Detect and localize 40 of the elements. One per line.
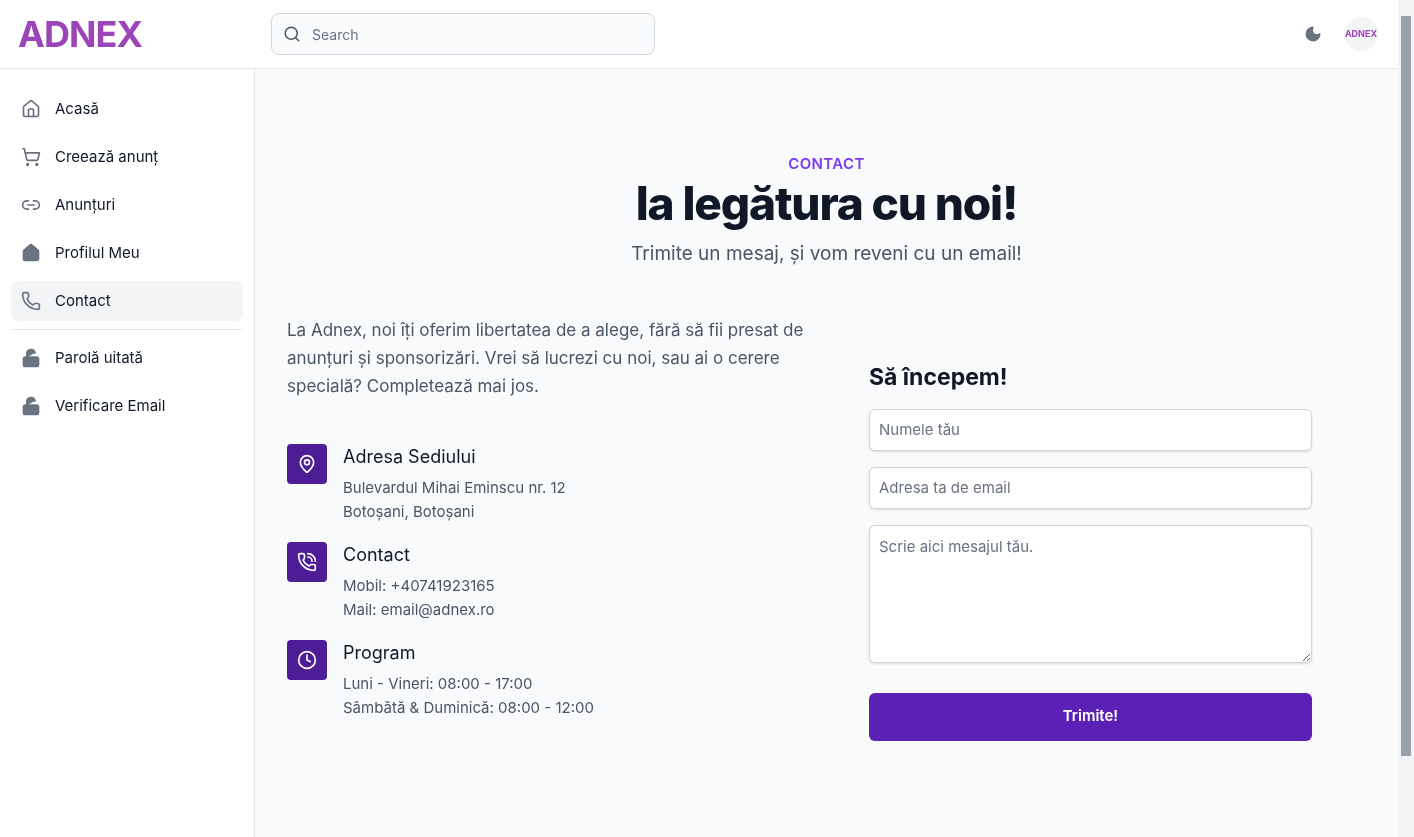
name-field[interactable]: Numele tău bbox=[869, 408, 1312, 451]
cart-icon bbox=[21, 147, 41, 167]
info-title: Contact bbox=[343, 543, 411, 567]
sidebar-item[interactable]: Verificare Email bbox=[11, 386, 243, 426]
email-field[interactable]: Adresa ta de email bbox=[869, 466, 1312, 509]
logo[interactable]: ADNEX bbox=[18, 11, 143, 56]
home-icon bbox=[21, 243, 41, 263]
scrollbar-drawing[interactable] bbox=[1398, 0, 1414, 837]
info-line: Bulevardul Mihai Eminscu nr. 12 bbox=[343, 477, 566, 499]
avatar[interactable]: ADNEX bbox=[1344, 17, 1378, 51]
sidebar-item[interactable]: Anunțuri bbox=[11, 185, 243, 225]
info-line: Sâmbătă & Duminică: 08:00 - 12:00 bbox=[343, 697, 594, 719]
eyebrow-text: CONTACT bbox=[788, 153, 865, 175]
sidebar-item[interactable]: Creează anunț bbox=[11, 137, 243, 177]
message-field[interactable]: Scrie aici mesajul tău. bbox=[869, 524, 1312, 663]
info-line: Mobil: +40741923165 bbox=[343, 575, 495, 597]
phone-icon bbox=[297, 552, 317, 572]
phone-icon bbox=[21, 291, 41, 311]
info-title: Adresa Sediului bbox=[343, 445, 477, 469]
search-icon bbox=[283, 25, 301, 43]
sidebar-item[interactable]: Acasă bbox=[11, 89, 243, 129]
sidebar-item[interactable]: Parolă uitată bbox=[11, 338, 243, 378]
info-line: Botoșani, Botoșani bbox=[343, 501, 476, 523]
home-icon bbox=[21, 99, 41, 119]
clock-icon bbox=[297, 650, 317, 670]
page-subtitle: Trimite un mesaj, și vom reveni cu un email! bbox=[631, 240, 1022, 267]
map-pin-icon bbox=[297, 454, 317, 474]
page-title: la legătura cu noi! bbox=[635, 175, 1018, 230]
form-title: Să începem! bbox=[869, 362, 1009, 393]
sidebar-item[interactable]: Contact bbox=[11, 281, 243, 321]
intro-paragraph: La Adnex, noi îți oferim libertatea de a alege, fără să fii presat de anunțuri și sponsorizări. Vrei să lucrezi cu noi, sau ai o cerere specială? Completează mai jos. bbox=[287, 319, 805, 398]
info-line: Luni - Vineri: 08:00 - 17:00 bbox=[343, 673, 534, 695]
dark-mode-icon[interactable] bbox=[1304, 25, 1322, 43]
search-field[interactable]: Search bbox=[271, 13, 655, 55]
info-line: Mail: email@adnex.ro bbox=[343, 599, 495, 621]
submit-button[interactable]: Trimite! bbox=[869, 692, 1312, 741]
info-title: Program bbox=[343, 641, 417, 665]
lock-icon bbox=[21, 348, 41, 368]
lock-icon bbox=[21, 396, 41, 416]
sidebar-item[interactable]: Profilul Meu bbox=[11, 233, 243, 273]
